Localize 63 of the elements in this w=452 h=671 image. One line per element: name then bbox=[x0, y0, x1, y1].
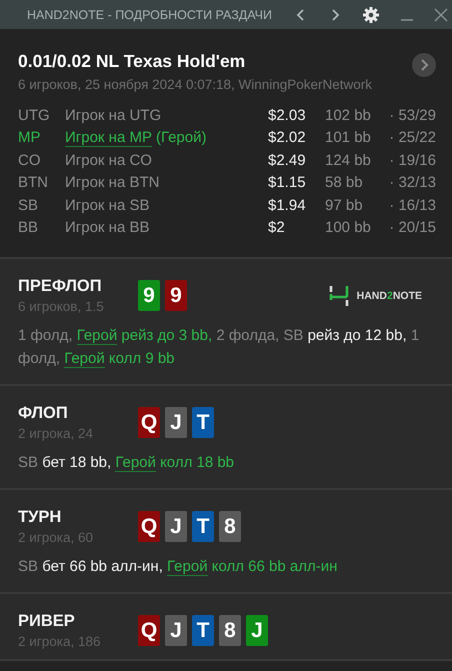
street-name: ТУРН bbox=[18, 508, 62, 527]
stack-amount: $1.94 bbox=[268, 196, 307, 214]
playing-card: Q bbox=[138, 615, 160, 646]
playing-card: Q bbox=[138, 511, 160, 542]
playing-card: Q bbox=[138, 407, 160, 438]
position-label: MP bbox=[18, 129, 42, 146]
street-name: РИВЕР bbox=[18, 612, 76, 631]
playing-card: T bbox=[192, 615, 214, 646]
playing-card: 9 bbox=[138, 280, 160, 311]
player-name-link[interactable]: Игрок на SB bbox=[65, 196, 150, 214]
stack-bb: 101 bb bbox=[325, 129, 372, 146]
playing-card: J bbox=[165, 615, 187, 646]
street-name: ФЛОП bbox=[18, 404, 69, 423]
hero-link[interactable]: Герой bbox=[167, 558, 208, 576]
stack-amount: $2.03 bbox=[268, 106, 307, 124]
player-name-link[interactable]: Игрок на UTG bbox=[65, 106, 162, 124]
logo-text: HAND2NOTE bbox=[356, 290, 422, 302]
playing-card: J bbox=[165, 407, 187, 438]
hero-link[interactable]: Герой bbox=[115, 454, 156, 472]
stack-amount: $2.49 bbox=[268, 152, 307, 169]
action-summary: SB бет 66 bb алл-ин, Герой колл 66 bb алл-ин bbox=[18, 557, 338, 578]
position-label: CO bbox=[18, 152, 42, 169]
stack-bb: 100 bb bbox=[325, 219, 372, 236]
position-label: BB bbox=[18, 219, 40, 236]
player-stats: · 20/15 bbox=[389, 219, 436, 236]
playing-card: J bbox=[165, 511, 187, 542]
street-name: ПРЕФЛОП bbox=[18, 277, 103, 296]
hero-link[interactable]: Герой bbox=[64, 350, 105, 368]
playing-card: T bbox=[192, 407, 214, 438]
hand-title: 0.01/0.02 NL Texas Hold'em bbox=[18, 51, 246, 72]
player-name-link[interactable]: Игрок на BTN bbox=[65, 174, 160, 192]
stack-bb: 97 bb bbox=[325, 196, 364, 214]
playing-card: T bbox=[192, 511, 214, 542]
player-stats: · 53/29 bbox=[389, 106, 436, 124]
stack-amount: $2 bbox=[268, 219, 286, 236]
position-label: UTG bbox=[18, 106, 51, 124]
player-stats: · 32/13 bbox=[389, 174, 436, 192]
playing-card: 8 bbox=[219, 615, 241, 646]
hero-tag: (Герой) bbox=[156, 129, 206, 146]
position-label: BTN bbox=[18, 174, 49, 192]
player-stats: · 19/16 bbox=[389, 152, 436, 169]
playing-card: J bbox=[246, 615, 268, 646]
stack-bb: 58 bb bbox=[325, 174, 364, 192]
player-name-link[interactable]: Игрок на CO bbox=[65, 152, 152, 169]
window-title: HAND2NOTE - ПОДРОБНОСТИ РАЗДАЧИ bbox=[27, 8, 272, 22]
stack-bb: 124 bb bbox=[325, 152, 372, 169]
stack-bb: 102 bb bbox=[325, 106, 372, 124]
next-button-icon[interactable] bbox=[412, 53, 436, 77]
player-name-link[interactable]: Игрок на BB bbox=[65, 219, 150, 236]
hero-link[interactable]: Герой bbox=[76, 327, 118, 345]
player-name-link[interactable]: Игрок на MP bbox=[65, 129, 152, 148]
close-icon[interactable] bbox=[434, 8, 448, 22]
player-stats: · 25/22 bbox=[389, 129, 436, 146]
hand-subtitle: 6 игроков, 25 ноября 2024 0:07:18, WinningPokerNetwork bbox=[18, 77, 372, 92]
stack-amount: $1.15 bbox=[268, 174, 307, 192]
action-summary: SB бет 18 bb, Герой колл 18 bb bbox=[18, 453, 236, 474]
playing-card: 8 bbox=[219, 511, 241, 542]
playing-card: 9 bbox=[165, 280, 187, 311]
player-stats: · 16/13 bbox=[389, 196, 436, 214]
action-summary: 1 фолд, Герой рейз до 3 bb, 2 фолда, SB рейз до 12 bb, 1 фолд, Герой колл 9 bb bbox=[18, 326, 420, 370]
logo-icon bbox=[328, 284, 349, 308]
stack-amount: $2.02 bbox=[268, 129, 307, 146]
position-label: SB bbox=[18, 196, 40, 214]
